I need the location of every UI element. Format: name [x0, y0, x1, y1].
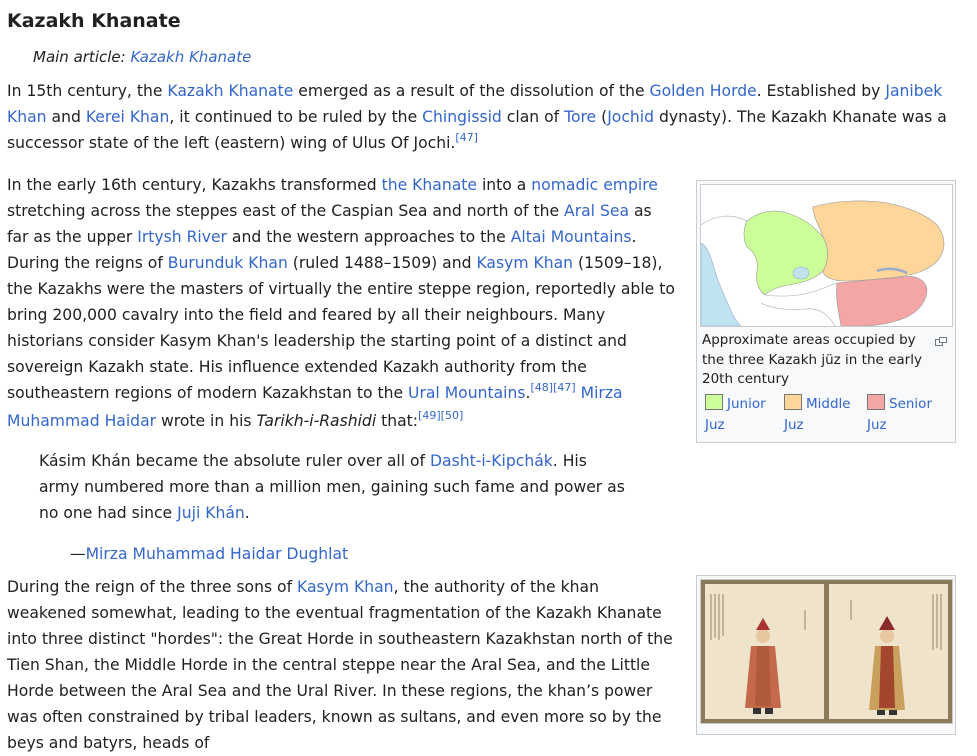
text: , the authority of the khan weakened som…: [7, 578, 673, 752]
reference-47[interactable]: [47]: [455, 131, 478, 144]
link-juji-khan[interactable]: Juji Khán: [177, 504, 245, 522]
legend-senior-juz: Senior Juz: [867, 394, 947, 436]
painting-svg: [701, 580, 952, 723]
paragraph-2: In the early 16th century, Kazakhs trans…: [7, 172, 675, 436]
reference-50[interactable]: [50]: [441, 409, 464, 422]
link-irtysh-river[interactable]: Irtysh River: [137, 228, 227, 246]
text: During the reign of the three sons of: [7, 578, 298, 596]
link-tore[interactable]: Tore: [564, 108, 596, 126]
text: into a: [476, 176, 532, 194]
senior-juz-swatch: [867, 394, 885, 410]
kazakh-juz-map-image[interactable]: [700, 184, 953, 327]
link-kazakh-khanate[interactable]: Kazakh Khanate: [167, 82, 293, 100]
link-burunduk-khan[interactable]: Burunduk Khan: [168, 254, 288, 272]
section-heading: Kazakh Khanate: [7, 10, 181, 32]
quote-attribution: —Mirza Muhammad Haidar Dughlat: [70, 543, 348, 565]
hatnote-prefix: Main article:: [33, 48, 131, 66]
text: (1509–18), the Kazakhs were the masters …: [7, 254, 675, 402]
main-article-hatnote: Main article: Kazakh Khanate: [33, 47, 251, 67]
text: . Established by: [756, 82, 886, 100]
link-mirza-muhammad-haidar-dughlat[interactable]: Mirza Muhammad Haidar Dughlat: [86, 545, 349, 563]
kazakh-figures-painting-image[interactable]: [700, 579, 953, 724]
text: .: [244, 504, 250, 522]
enlarge-icon[interactable]: [935, 331, 949, 346]
main-article-link[interactable]: Kazakh Khanate: [130, 48, 251, 66]
reference-47[interactable]: [47]: [553, 381, 576, 394]
juz-map-svg: [700, 185, 952, 327]
text: that:: [376, 412, 419, 430]
link-chingissid[interactable]: Chingissid: [422, 108, 502, 126]
paragraph-1: In 15th century, the Kazakh Khanate emer…: [7, 78, 952, 158]
blockquote: Kásim Khán became the absolute ruler ove…: [39, 448, 629, 526]
em-dash: —: [70, 545, 86, 563]
link-jochid[interactable]: Jochid: [607, 108, 654, 126]
text: and: [46, 108, 86, 126]
text: stretching across the steppes east of th…: [7, 202, 565, 220]
link-altai-mountains[interactable]: Altai Mountains: [511, 228, 632, 246]
link-kasym-khan-2[interactable]: Kasym Khan: [297, 578, 394, 596]
reference-48[interactable]: [48]: [530, 381, 553, 394]
text: clan of: [501, 108, 565, 126]
text: (: [596, 108, 608, 126]
text: emerged as a result of the dissolution o…: [293, 82, 650, 100]
map-figure: Approximate areas occupied by the three …: [696, 180, 956, 443]
link-golden-horde[interactable]: Golden Horde: [650, 82, 757, 100]
paragraph-3: During the reign of the three sons of Ka…: [7, 574, 675, 756]
text: and the western approaches to the: [226, 228, 511, 246]
link-aral-sea[interactable]: Aral Sea: [564, 202, 629, 220]
middle-juz-swatch: [784, 394, 802, 410]
link-nomadic-empire[interactable]: nomadic empire: [531, 176, 658, 194]
link-kasym-khan[interactable]: Kasym Khan: [476, 254, 573, 272]
text: In the early 16th century, Kazakhs trans…: [7, 176, 382, 194]
junior-juz-swatch: [705, 394, 723, 410]
book-title: Tarikh-i-Rashidi: [256, 412, 377, 430]
text: , it continued to be ruled by the: [169, 108, 423, 126]
painting-figure: [696, 575, 956, 735]
legend-junior-juz: Junior Juz: [705, 394, 780, 436]
reference-49[interactable]: [49]: [418, 409, 441, 422]
link-ural-mountains[interactable]: Ural Mountains: [408, 384, 525, 402]
link-the-khanate[interactable]: the Khanate: [382, 176, 477, 194]
text: wrote in his: [156, 412, 257, 430]
text: In 15th century, the: [7, 82, 168, 100]
link-dasht-i-kipchak[interactable]: Dasht-i-Kipchák: [430, 452, 553, 470]
link-kerei-khan[interactable]: Kerei Khan: [86, 108, 170, 126]
map-caption: Approximate areas occupied by the three …: [702, 332, 922, 387]
text: Kásim Khán became the absolute ruler ove…: [39, 452, 431, 470]
text: (ruled 1488–1509) and: [287, 254, 477, 272]
legend-middle-juz: Middle Juz: [784, 394, 862, 436]
